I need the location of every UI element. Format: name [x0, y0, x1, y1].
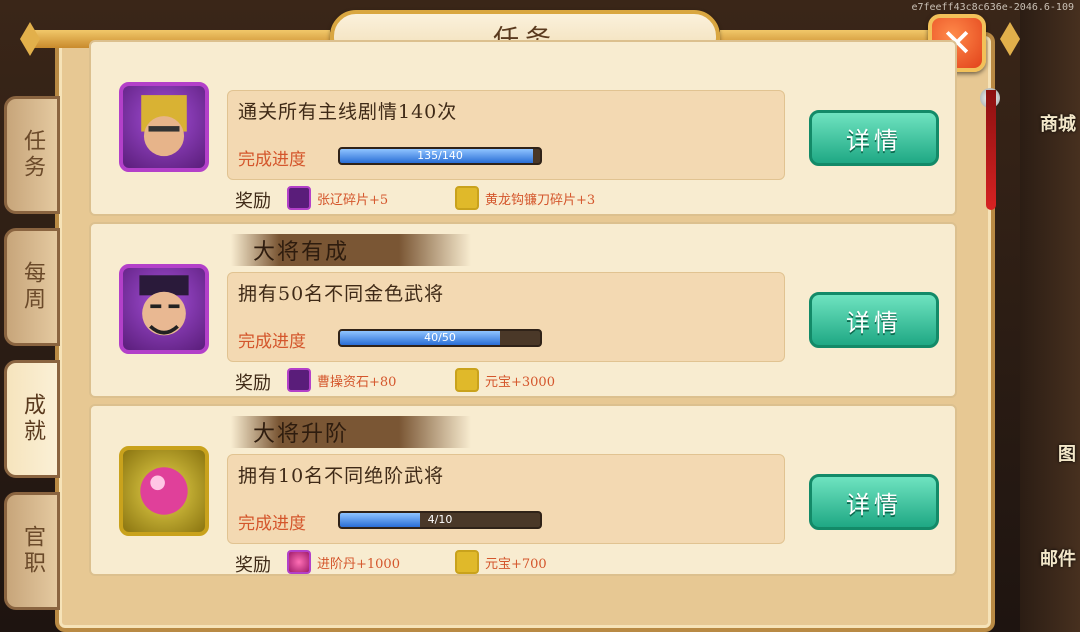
task-header: 大将升阶 [231, 416, 471, 448]
tab-label: 每周 [20, 261, 45, 313]
background-right-panel [1020, 0, 1080, 632]
tab-label: 官职 [20, 525, 45, 577]
details-button[interactable]: 详情 [809, 110, 939, 166]
progress-text: 4/10 [427, 513, 453, 526]
progress-text: 135/140 [417, 149, 463, 162]
task-description-box: 拥有50名不同金色武将 完成进度 40/50 [227, 272, 785, 362]
task-card: 大将升阶 拥有10名不同绝阶武将 完成进度 4/10 奖励 进阶丹+1000 元… [89, 404, 957, 576]
progress-bar: 4/10 [338, 511, 542, 529]
task-header-text: 大将有成 [253, 240, 350, 265]
reward-text: 元宝+700 [485, 556, 547, 572]
reward-text: 张辽碎片+5 [317, 192, 389, 208]
hero-stone-icon [287, 368, 311, 392]
progress-label: 完成进度 [238, 332, 306, 352]
advance-pill-icon [287, 550, 311, 574]
ingot-icon [455, 368, 479, 392]
task-description: 拥有10名不同绝阶武将 [238, 465, 445, 487]
reward-item: 黄龙钩镰刀碎片+3 [455, 186, 595, 210]
tab-tasks[interactable]: 任务 [4, 96, 60, 214]
details-button[interactable]: 详情 [809, 292, 939, 348]
reward-item: 曹操资石+80 [287, 368, 396, 392]
task-card: 通关所有主线剧情140次 完成进度 135/140 奖励 张辽碎片+5 黄龙钩镰… [89, 40, 957, 216]
tab-weekly[interactable]: 每周 [4, 228, 60, 346]
reward-title: 奖励 [235, 555, 271, 576]
reward-item: 张辽碎片+5 [287, 186, 388, 210]
reward-text: 进阶丹+1000 [317, 556, 400, 572]
task-description: 拥有50名不同金色武将 [238, 283, 445, 305]
task-description: 通关所有主线剧情140次 [238, 101, 458, 123]
progress-bar: 135/140 [338, 147, 542, 165]
pink-gem-icon [119, 446, 209, 536]
task-header: 大将有成 [231, 234, 471, 266]
mall-shortcut[interactable]: 商城 [1040, 110, 1076, 136]
gallery-shortcut[interactable]: 图 [1058, 440, 1076, 466]
reward-text: 曹操资石+80 [317, 374, 397, 390]
version-text: e7feeff43c8c636e-2046.6-109 [911, 2, 1074, 13]
reward-item: 元宝+700 [455, 550, 547, 574]
reward-title: 奖励 [235, 373, 271, 394]
reward-item: 进阶丹+1000 [287, 550, 400, 574]
task-header-text: 大将升阶 [253, 422, 350, 447]
mail-shortcut[interactable]: 邮件 [1040, 545, 1076, 571]
tab-label: 成就 [20, 393, 45, 445]
reward-item: 元宝+3000 [455, 368, 555, 392]
tab-official-rank[interactable]: 官职 [4, 492, 60, 610]
weapon-fragment-icon [455, 186, 479, 210]
hero-fragment-icon [287, 186, 311, 210]
tassel-ornament [986, 90, 996, 210]
hero-avatar-icon [119, 264, 209, 354]
details-button[interactable]: 详情 [809, 474, 939, 530]
progress-text: 40/50 [424, 331, 456, 344]
tab-achievements[interactable]: 成就 [4, 360, 60, 478]
progress-label: 完成进度 [238, 514, 306, 534]
progress-bar: 40/50 [338, 329, 542, 347]
hero-avatar-icon [119, 82, 209, 172]
ingot-icon [455, 550, 479, 574]
task-description-box: 通关所有主线剧情140次 完成进度 135/140 [227, 90, 785, 180]
task-card: 大将有成 拥有50名不同金色武将 完成进度 40/50 奖励 曹操资石+80 元… [89, 222, 957, 398]
task-description-box: 拥有10名不同绝阶武将 完成进度 4/10 [227, 454, 785, 544]
reward-text: 黄龙钩镰刀碎片+3 [485, 192, 596, 208]
tab-label: 任务 [20, 129, 45, 181]
progress-label: 完成进度 [238, 150, 306, 170]
reward-text: 元宝+3000 [485, 374, 555, 390]
reward-title: 奖励 [235, 191, 271, 212]
